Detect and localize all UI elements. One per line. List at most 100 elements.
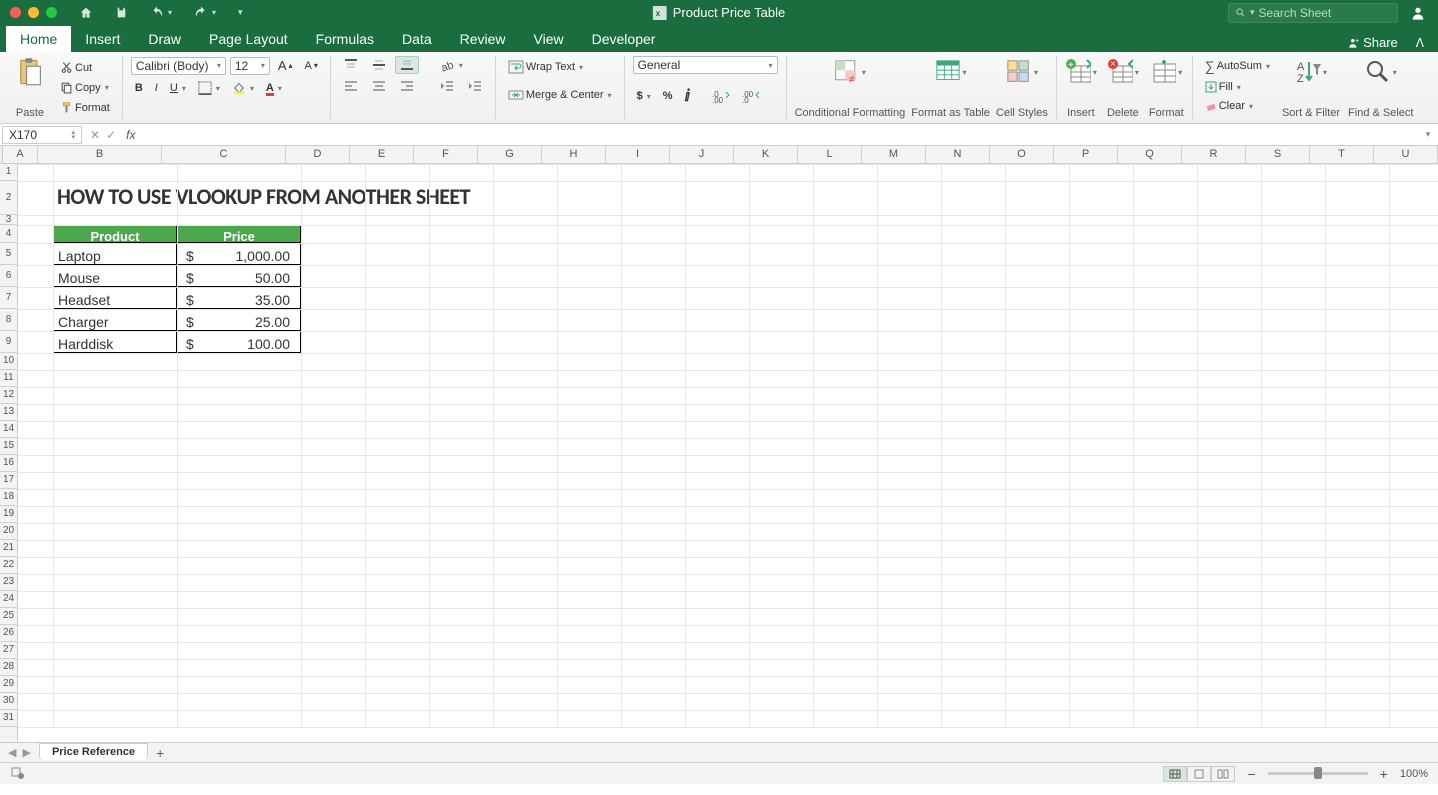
align-left-button[interactable] — [339, 78, 363, 94]
table-cell-product-2[interactable]: Headset — [53, 287, 177, 309]
tab-insert[interactable]: Insert — [71, 26, 134, 52]
increase-font-button[interactable]: A▴ — [274, 56, 297, 75]
font-color-button[interactable]: A▾ — [262, 79, 286, 97]
wrap-text-button[interactable]: Wrap Text▾ — [504, 58, 616, 76]
align-top-button[interactable] — [339, 56, 363, 74]
row-header-19[interactable]: 19 — [0, 506, 17, 523]
sort-filter-button[interactable]: AZ▾ Sort & Filter — [1282, 56, 1340, 119]
col-header-M[interactable]: M — [862, 146, 926, 163]
tab-formulas[interactable]: Formulas — [302, 26, 388, 52]
add-sheet-button[interactable]: + — [156, 745, 164, 761]
row-header-16[interactable]: 16 — [0, 455, 17, 472]
tab-draw[interactable]: Draw — [134, 26, 195, 52]
page-break-view-button[interactable] — [1211, 766, 1235, 782]
sheet-tab-active[interactable]: Price Reference — [39, 743, 148, 760]
col-header-T[interactable]: T — [1310, 146, 1374, 163]
row-header-4[interactable]: 4 — [0, 225, 17, 243]
row-header-31[interactable]: 31 — [0, 710, 17, 727]
format-cells-button[interactable]: ▾ Format — [1149, 56, 1184, 119]
align-bottom-button[interactable] — [395, 56, 419, 74]
tab-review[interactable]: Review — [446, 26, 520, 52]
name-box[interactable]: X170 ▴▾ — [2, 126, 82, 144]
zoom-out-button[interactable]: − — [1247, 766, 1255, 782]
comma-format-button[interactable]: ⅈ — [680, 84, 694, 108]
cancel-formula-button[interactable]: ✕ — [90, 128, 100, 142]
col-header-R[interactable]: R — [1182, 146, 1246, 163]
zoom-in-button[interactable]: + — [1380, 766, 1388, 782]
row-header-10[interactable]: 10 — [0, 353, 17, 370]
row-header-23[interactable]: 23 — [0, 574, 17, 591]
row-header-8[interactable]: 8 — [0, 309, 17, 331]
row-header-18[interactable]: 18 — [0, 489, 17, 506]
align-middle-button[interactable] — [367, 56, 391, 74]
italic-button[interactable]: I — [151, 79, 162, 97]
formula-input[interactable] — [139, 127, 1418, 143]
row-header-3[interactable]: 3 — [0, 215, 17, 225]
col-header-O[interactable]: O — [990, 146, 1054, 163]
percent-format-button[interactable]: % — [659, 84, 677, 108]
row-header-5[interactable]: 5 — [0, 243, 17, 265]
insert-cells-button[interactable]: +▾ Insert — [1065, 56, 1097, 119]
col-header-F[interactable]: F — [414, 146, 478, 163]
col-header-G[interactable]: G — [478, 146, 542, 163]
merge-center-button[interactable]: Merge & Center▾ — [504, 86, 616, 104]
row-header-27[interactable]: 27 — [0, 642, 17, 659]
row-header-13[interactable]: 13 — [0, 404, 17, 421]
clear-button[interactable]: Clear▾ — [1201, 98, 1274, 114]
accounting-format-button[interactable]: $▾ — [633, 84, 655, 108]
col-header-C[interactable]: C — [162, 146, 286, 163]
qat-customize-icon[interactable]: ▾ — [234, 5, 247, 20]
decrease-decimal-button[interactable]: .00.0 — [738, 84, 764, 108]
number-format-select[interactable]: General▾ — [633, 56, 778, 74]
col-header-H[interactable]: H — [542, 146, 606, 163]
row-header-29[interactable]: 29 — [0, 676, 17, 693]
zoom-slider[interactable] — [1268, 772, 1368, 775]
autosum-button[interactable]: ∑AutoSum▾ — [1201, 56, 1274, 76]
row-header-20[interactable]: 20 — [0, 523, 17, 540]
orientation-button[interactable]: ab▾ — [435, 56, 467, 74]
cell-title[interactable]: HOW TO USE VLOOKUP FROM ANOTHER SHEET — [53, 181, 853, 215]
fill-button[interactable]: Fill▾ — [1201, 79, 1274, 95]
row-header-25[interactable]: 25 — [0, 608, 17, 625]
row-header-15[interactable]: 15 — [0, 438, 17, 455]
border-button[interactable]: ▾ — [194, 79, 224, 97]
row-header-28[interactable]: 28 — [0, 659, 17, 676]
row-header-1[interactable]: 1 — [0, 164, 17, 181]
share-button[interactable]: + Share — [1343, 33, 1402, 52]
row-header-26[interactable]: 26 — [0, 625, 17, 642]
format-painter-button[interactable]: Format — [56, 99, 114, 116]
table-cell-product-3[interactable]: Charger — [53, 309, 177, 331]
bold-button[interactable]: B — [131, 79, 147, 97]
page-layout-view-button[interactable] — [1187, 766, 1211, 782]
font-name-select[interactable]: Calibri (Body)▾ — [131, 57, 226, 75]
zoom-level[interactable]: 100% — [1400, 768, 1428, 780]
sheet-nav-next[interactable]: ▶ — [22, 746, 30, 759]
home-icon[interactable] — [75, 4, 97, 22]
cut-button[interactable]: Cut — [56, 59, 114, 76]
row-header-11[interactable]: 11 — [0, 370, 17, 387]
col-header-Q[interactable]: Q — [1118, 146, 1182, 163]
tab-view[interactable]: View — [520, 26, 578, 52]
expand-formula-bar-button[interactable]: ▾ — [1418, 129, 1438, 140]
row-header-14[interactable]: 14 — [0, 421, 17, 438]
row-header-17[interactable]: 17 — [0, 472, 17, 489]
spreadsheet-grid[interactable]: HOW TO USE VLOOKUP FROM ANOTHER SHEETPro… — [18, 164, 1438, 742]
increase-decimal-button[interactable]: .0.00 — [708, 84, 734, 108]
row-header-21[interactable]: 21 — [0, 540, 17, 557]
undo-icon[interactable]: ▾ — [146, 4, 176, 22]
sheet-nav-prev[interactable]: ◀ — [8, 746, 16, 759]
table-cell-price-3[interactable]: $25.00 — [177, 309, 301, 331]
col-header-N[interactable]: N — [926, 146, 990, 163]
row-header-24[interactable]: 24 — [0, 591, 17, 608]
col-header-L[interactable]: L — [798, 146, 862, 163]
search-sheet-input[interactable]: ▾ Search Sheet — [1228, 3, 1398, 23]
enter-formula-button[interactable]: ✓ — [106, 128, 116, 142]
table-header-price[interactable]: Price — [177, 225, 301, 243]
row-header-2[interactable]: 2 — [0, 181, 17, 215]
paste-button[interactable]: Paste — [14, 56, 46, 119]
row-header-22[interactable]: 22 — [0, 557, 17, 574]
increase-indent-button[interactable] — [463, 78, 487, 94]
copy-button[interactable]: Copy▾ — [56, 79, 114, 96]
minimize-window-button[interactable] — [28, 7, 39, 18]
font-size-select[interactable]: 12▾ — [230, 57, 270, 75]
